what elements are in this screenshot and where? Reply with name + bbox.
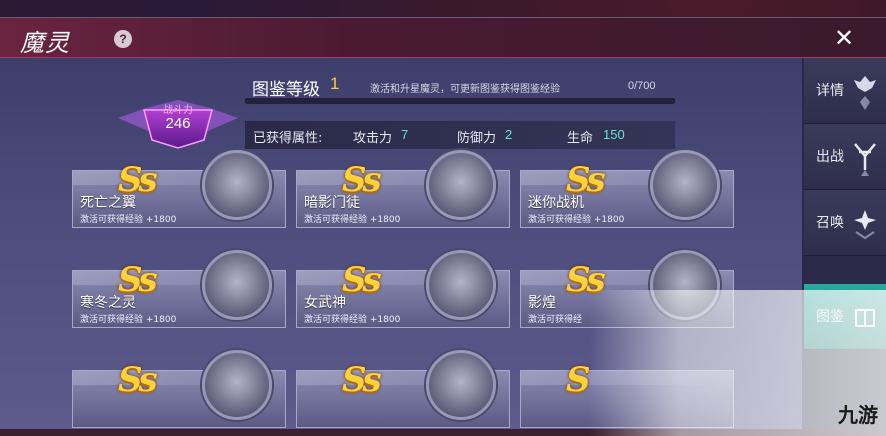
summon-icon: [854, 210, 876, 240]
power-value: 246: [165, 115, 191, 132]
tab-summon[interactable]: 召唤: [804, 190, 886, 256]
spirit-name: 女武神: [304, 295, 346, 311]
grade-mark: Ss: [342, 360, 382, 400]
spirit-portrait: [426, 350, 496, 420]
spirit-card[interactable]: Ss: [72, 350, 286, 428]
tab-label: 详情: [816, 83, 844, 99]
defense-value: 2: [505, 127, 513, 142]
spirit-name: 迷你战机: [528, 195, 584, 211]
spirit-name: 暗影门徒: [304, 195, 360, 211]
spirit-portrait: [426, 250, 496, 320]
codex-exp-progress: 0/700: [628, 80, 656, 92]
attack-value: 7: [401, 127, 409, 142]
watermark-overlay: 九游: [590, 290, 886, 436]
grade-mark: Ss: [342, 260, 382, 300]
spirit-card[interactable]: Ss: [296, 350, 510, 428]
crest-icon: [854, 76, 876, 110]
attributes-label: 已获得属性:: [253, 131, 323, 146]
spirit-reward: 激活可获得经: [528, 315, 583, 325]
watermark-logo: 九游: [838, 403, 878, 427]
grade-mark: Ss: [118, 360, 158, 400]
attack-label: 攻击力: [353, 131, 393, 146]
spirit-card[interactable]: Ss 女武神 激活可获得经验 +1800: [296, 250, 510, 328]
grade-mark: S: [566, 360, 590, 400]
spirit-reward: 激活可获得经验 +1800: [528, 215, 625, 225]
close-button[interactable]: ✕: [830, 24, 858, 52]
codex-exp-bar: [245, 98, 675, 104]
spirit-card[interactable]: Ss 迷你战机 激活可获得经验 +1800: [520, 150, 734, 228]
title-bar: 魔灵 ? ✕: [0, 18, 886, 58]
spirit-portrait: [202, 350, 272, 420]
tab-details[interactable]: 详情: [804, 58, 886, 124]
spirit-name: 影煌: [528, 295, 556, 311]
spirit-name: 寒冬之灵: [80, 295, 136, 311]
hp-label: 生命: [567, 131, 594, 146]
power-label: 战斗力: [163, 105, 193, 116]
spirit-portrait: [202, 250, 272, 320]
spirit-portrait: [202, 150, 272, 220]
defense-label: 防御力: [457, 131, 497, 146]
spirit-reward: 激活可获得经验 +1800: [304, 315, 401, 325]
spirit-card[interactable]: Ss 死亡之翼 激活可获得经验 +1800: [72, 150, 286, 228]
help-icon[interactable]: ?: [114, 30, 132, 48]
window-title: 魔灵: [20, 29, 70, 57]
spirit-portrait: [426, 150, 496, 220]
tab-label: 出战: [816, 149, 844, 165]
codex-level-hint: 激活和升星魔灵，可更新图鉴获得图鉴经验: [370, 84, 560, 95]
spirit-card[interactable]: Ss 暗影门徒 激活可获得经验 +1800: [296, 150, 510, 228]
spirit-reward: 激活可获得经验 +1800: [80, 215, 177, 225]
crossed-swords-icon: [854, 143, 876, 176]
spirit-name: 死亡之翼: [80, 195, 136, 211]
codex-level-value: 1: [330, 74, 340, 93]
spirit-reward: 激活可获得经验 +1800: [80, 315, 177, 325]
spirit-card[interactable]: Ss 寒冬之灵 激活可获得经验 +1800: [72, 250, 286, 328]
spirit-portrait: [650, 150, 720, 220]
hp-value: 150: [603, 127, 625, 142]
tab-deploy[interactable]: 出战: [804, 124, 886, 190]
tab-label: 召唤: [816, 215, 844, 231]
attributes-bar: 已获得属性: 攻击力 7 防御力 2 生命 150: [245, 121, 675, 149]
power-badge: 战斗力 246: [116, 88, 240, 158]
codex-level-title: 图鉴等级: [252, 80, 320, 100]
spirit-reward: 激活可获得经验 +1800: [304, 215, 401, 225]
